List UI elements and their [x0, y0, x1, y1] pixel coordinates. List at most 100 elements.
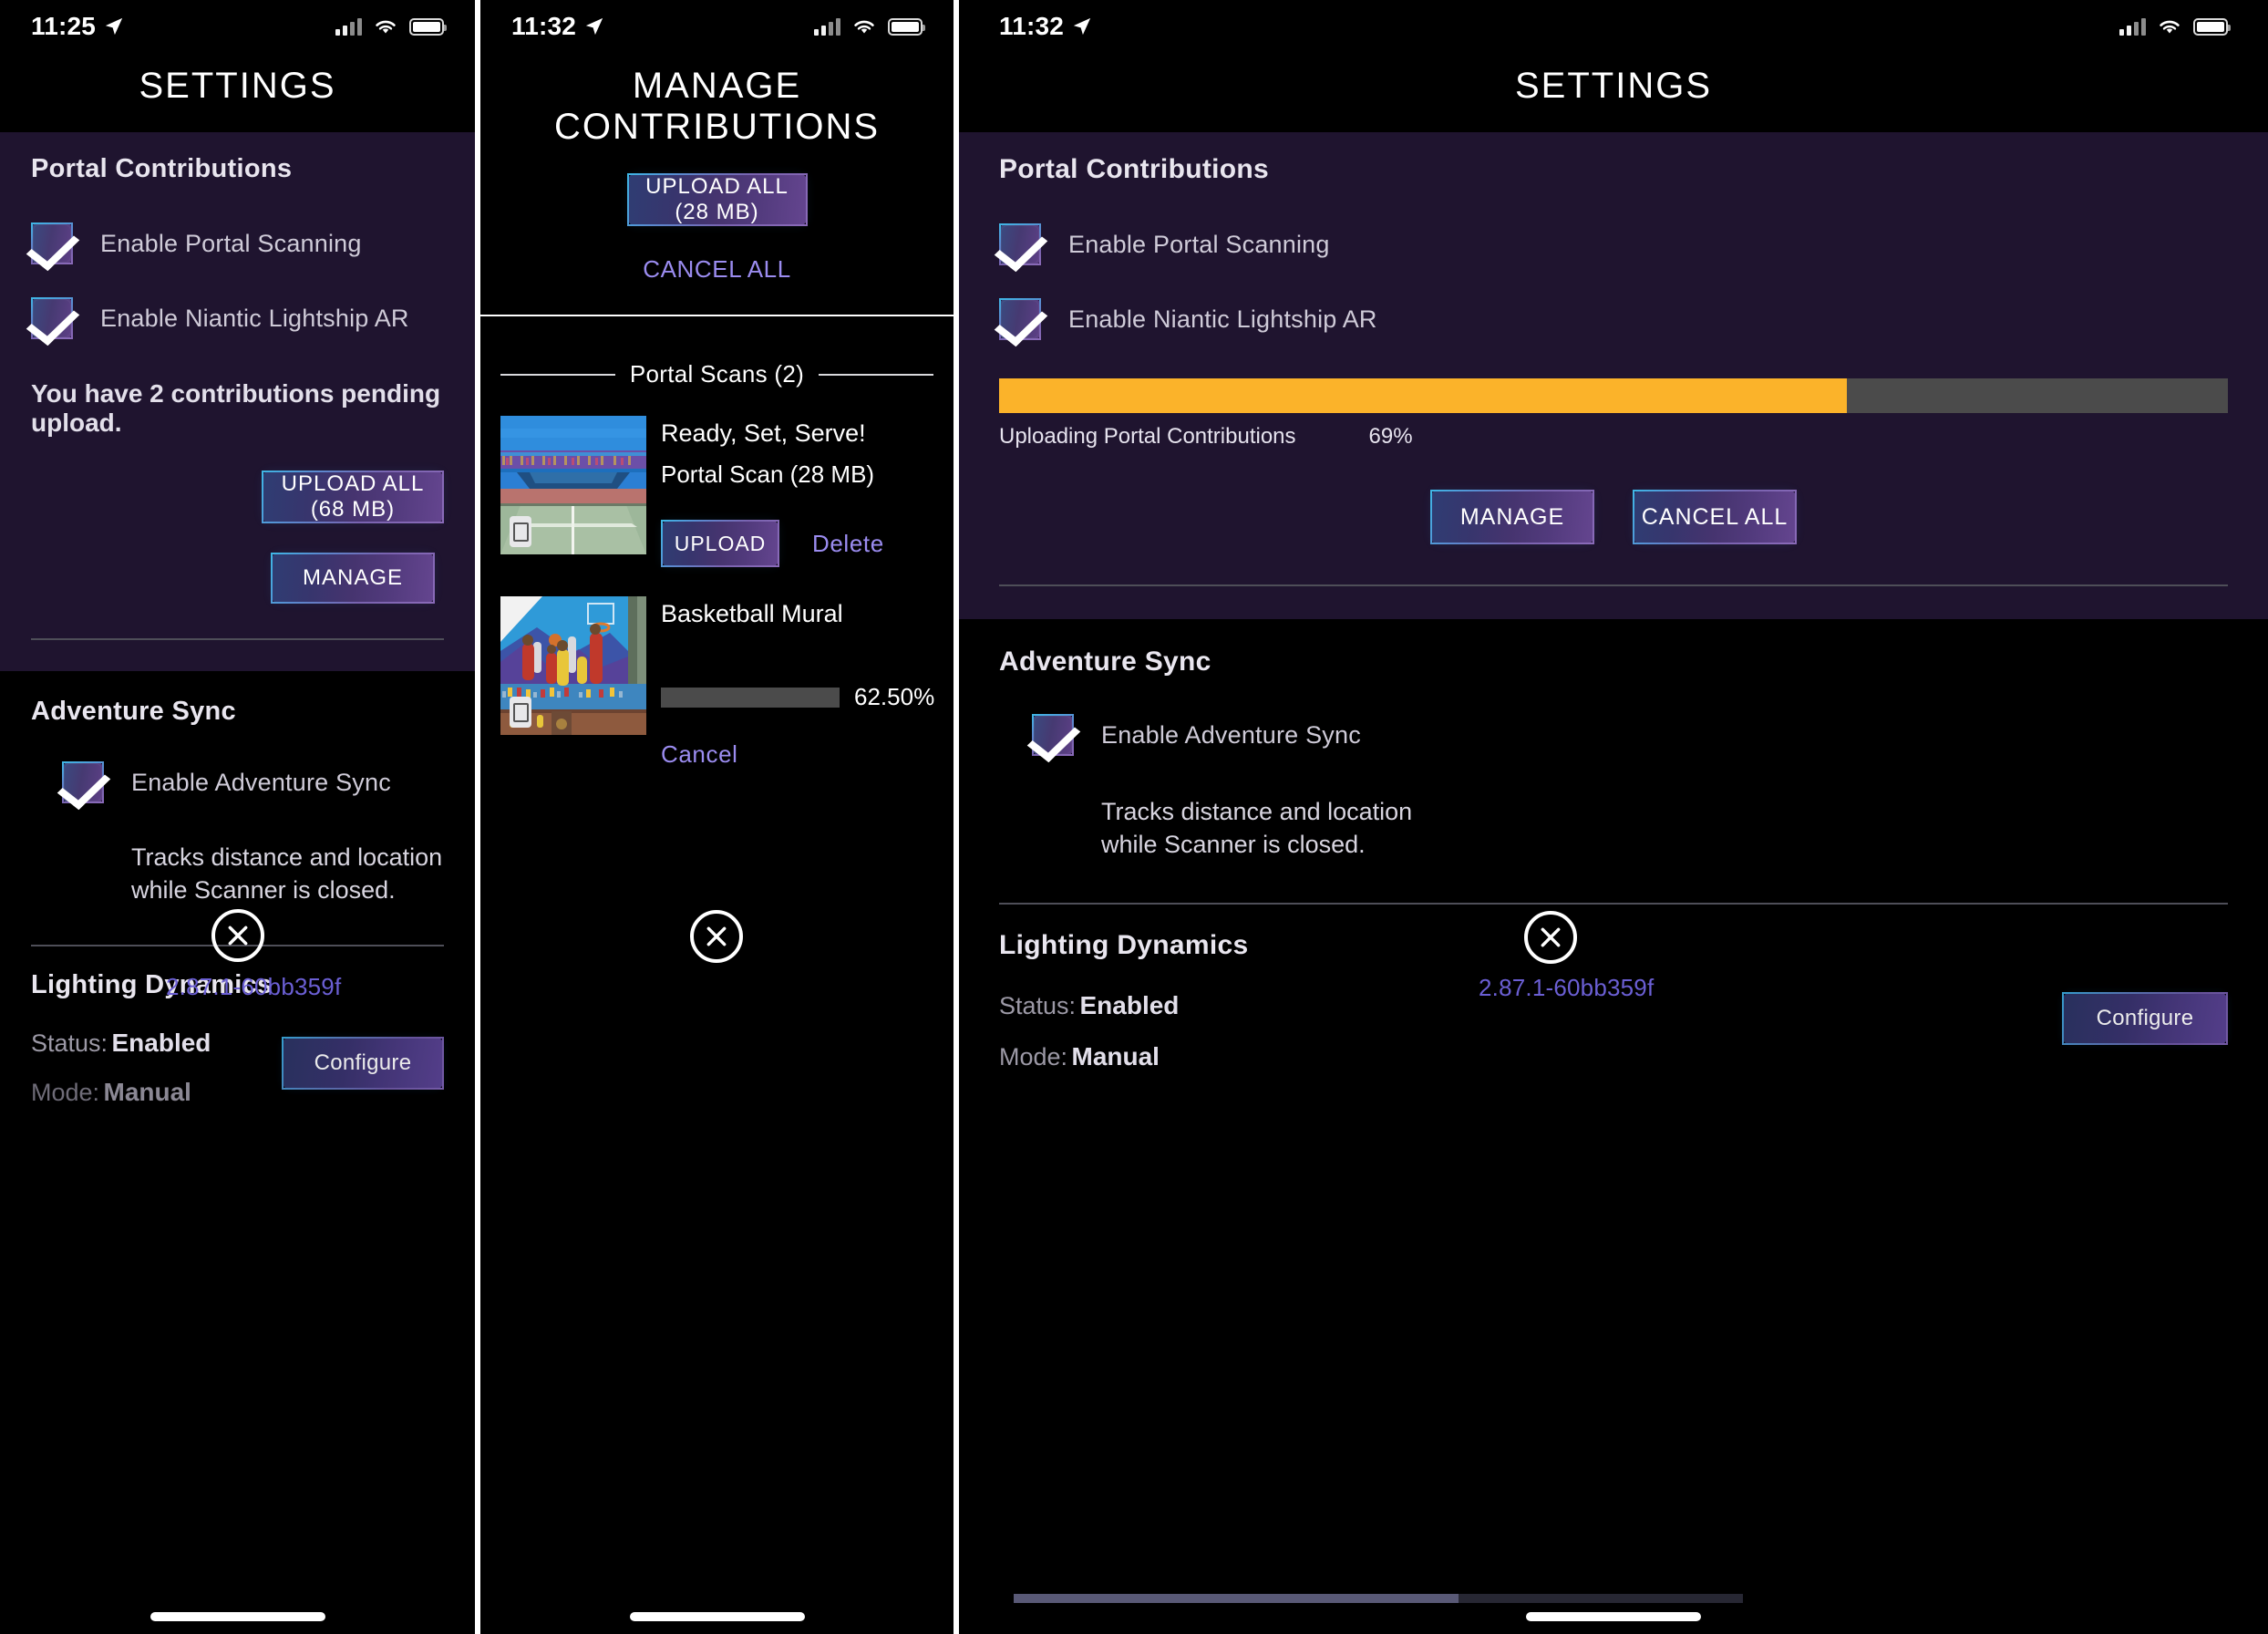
status-bar: 11:32	[959, 0, 2268, 53]
close-x-icon	[1541, 927, 1561, 947]
upload-all-button[interactable]: UPLOAD ALL (68 MB)	[262, 471, 444, 523]
upload-progress-labels: Uploading Portal Contributions 69%	[999, 424, 2228, 450]
location-arrow-icon	[585, 17, 603, 36]
status-bar-right	[335, 17, 447, 36]
adventure-sync-description: Tracks distance and location while Scann…	[1101, 798, 1413, 858]
portal-scans-count-label: Portal Scans (2)	[629, 360, 805, 388]
checkbox-row-enable-lightship-ar[interactable]: Enable Niantic Lightship AR	[999, 298, 2228, 340]
lighting-mode-value: Manual	[1071, 1041, 1160, 1070]
pending-uploads-text: You have 2 contributions pending upload.	[31, 379, 441, 437]
page-title: SETTINGS	[1514, 66, 1713, 106]
lighting-mode-line: Mode: Manual	[999, 1041, 2062, 1074]
home-indicator	[629, 1612, 805, 1621]
checkbox-row-enable-lightship-ar[interactable]: Enable Niantic Lightship AR	[31, 297, 444, 339]
lighting-mode-label: Mode:	[999, 1042, 1068, 1070]
status-time: 11:32	[511, 12, 577, 40]
delete-link[interactable]: Delete	[812, 530, 884, 558]
section-lighting-dynamics: Lighting Dynamics Status: Enabled Mode: …	[0, 946, 475, 1110]
upload-all-button[interactable]: UPLOAD ALL (28 MB)	[626, 173, 808, 226]
home-indicator	[149, 1612, 325, 1621]
checkbox-checked-icon[interactable]	[31, 222, 73, 264]
portal-contributions-heading: Portal Contributions	[999, 154, 1269, 184]
battery-icon	[2193, 17, 2231, 36]
status-time: 11:25	[31, 12, 97, 40]
status-bar: 11:32	[480, 0, 954, 53]
scan-subtitle: Portal Scan (28 MB)	[661, 460, 875, 488]
checkbox-checked-icon[interactable]	[62, 761, 104, 803]
checkbox-label: Enable Niantic Lightship AR	[100, 304, 409, 332]
close-x-icon	[228, 926, 248, 946]
status-time: 11:32	[999, 12, 1065, 40]
list-item-details: Basketball Mural 62.50% Cancel	[661, 596, 934, 769]
checkbox-label: Enable Niantic Lightship AR	[1068, 305, 1377, 333]
checkbox-row-enable-adventure-sync[interactable]: Enable Adventure Sync	[1032, 714, 2228, 756]
scan-title: Basketball Mural	[661, 600, 843, 627]
cancel-link[interactable]: Cancel	[661, 740, 738, 768]
lighting-status-value: Enabled	[111, 1029, 211, 1058]
cellular-signal-icon	[2119, 17, 2146, 36]
cellular-signal-icon	[814, 17, 840, 36]
page-title: MANAGE CONTRIBUTIONS	[553, 66, 881, 147]
wifi-icon	[2160, 20, 2180, 34]
battery-icon	[409, 17, 447, 36]
tennis-court-thumbnail[interactable]	[500, 416, 646, 554]
configure-button[interactable]: Configure	[2062, 992, 2228, 1046]
adventure-sync-heading: Adventure Sync	[31, 697, 236, 726]
cellular-signal-icon	[335, 17, 362, 36]
wifi-icon	[854, 20, 874, 34]
checkbox-row-enable-portal-scanning[interactable]: Enable Portal Scanning	[31, 222, 444, 264]
close-button[interactable]	[211, 909, 264, 962]
battery-icon	[888, 17, 925, 36]
status-bar-right	[814, 17, 925, 36]
configure-button[interactable]: Configure	[282, 1037, 444, 1091]
lighting-status-value: Enabled	[1079, 991, 1180, 1020]
section-portal-contributions: Portal Contributions Enable Portal Scann…	[0, 132, 475, 671]
upload-progress-label: Uploading Portal Contributions	[999, 424, 1296, 449]
progress-bar	[661, 687, 840, 708]
portal-contributions-heading: Portal Contributions	[31, 154, 293, 183]
section-divider	[999, 584, 2228, 586]
screen-manage-contributions: 11:32 MANAGE CONTRIBUTIONS UPLOAD ALL (2…	[480, 0, 954, 1634]
manage-button[interactable]: MANAGE	[1430, 490, 1594, 544]
lighting-dynamics-heading: Lighting Dynamics	[999, 930, 1249, 961]
status-bar-left: 11:25	[31, 12, 124, 41]
section-divider	[31, 638, 444, 640]
screen-settings-uploading: 11:32 SETTINGS Portal Contributions Enab…	[959, 0, 2268, 1634]
manage-button[interactable]: MANAGE	[271, 553, 435, 604]
close-button[interactable]	[1524, 911, 1577, 964]
status-bar-right	[2119, 17, 2231, 36]
checkbox-checked-icon[interactable]	[999, 223, 1041, 265]
status-bar-left: 11:32	[999, 12, 1092, 41]
divider-line-right	[819, 373, 933, 376]
location-arrow-icon	[1073, 17, 1091, 36]
section-adventure-sync: Adventure Sync Enable Adventure Sync Tra…	[0, 671, 475, 947]
checkbox-checked-icon[interactable]	[999, 298, 1041, 340]
header-separator	[480, 315, 954, 316]
scroll-progress-track[interactable]	[1014, 1594, 1743, 1603]
cancel-all-link[interactable]: CANCEL ALL	[643, 255, 791, 284]
lighting-status-line: Status: Enabled	[31, 1028, 282, 1060]
app-version-label: 2.87.1-60bb359f	[1479, 974, 1655, 1001]
lighting-status-label: Status:	[31, 1029, 108, 1058]
status-bar-left: 11:32	[511, 12, 604, 41]
close-button[interactable]	[690, 910, 743, 963]
lighting-status-label: Status:	[999, 992, 1077, 1020]
cancel-all-button[interactable]: CANCEL ALL	[1633, 490, 1797, 544]
ar-scan-badge-icon	[510, 516, 531, 547]
basketball-mural-thumbnail[interactable]	[500, 596, 646, 735]
section-portal-contributions: Portal Contributions Enable Portal Scann…	[959, 132, 2268, 619]
checkbox-label: Enable Adventure Sync	[1101, 720, 1361, 749]
upload-button[interactable]: UPLOAD	[661, 520, 779, 567]
checkbox-label: Enable Portal Scanning	[100, 229, 362, 257]
upload-progress-bar	[999, 378, 2228, 413]
wifi-icon	[376, 20, 396, 34]
checkbox-row-enable-adventure-sync[interactable]: Enable Adventure Sync	[62, 761, 444, 803]
checkbox-checked-icon[interactable]	[31, 297, 73, 339]
status-bar: 11:25	[0, 0, 475, 53]
checkbox-row-enable-portal-scanning[interactable]: Enable Portal Scanning	[999, 223, 2228, 265]
lighting-mode-label: Mode:	[31, 1078, 100, 1106]
list-item: Basketball Mural 62.50% Cancel	[480, 596, 954, 769]
lighting-mode-line: Mode: Manual	[31, 1077, 282, 1110]
checkbox-checked-icon[interactable]	[1032, 714, 1074, 756]
checkbox-label: Enable Adventure Sync	[131, 768, 391, 796]
